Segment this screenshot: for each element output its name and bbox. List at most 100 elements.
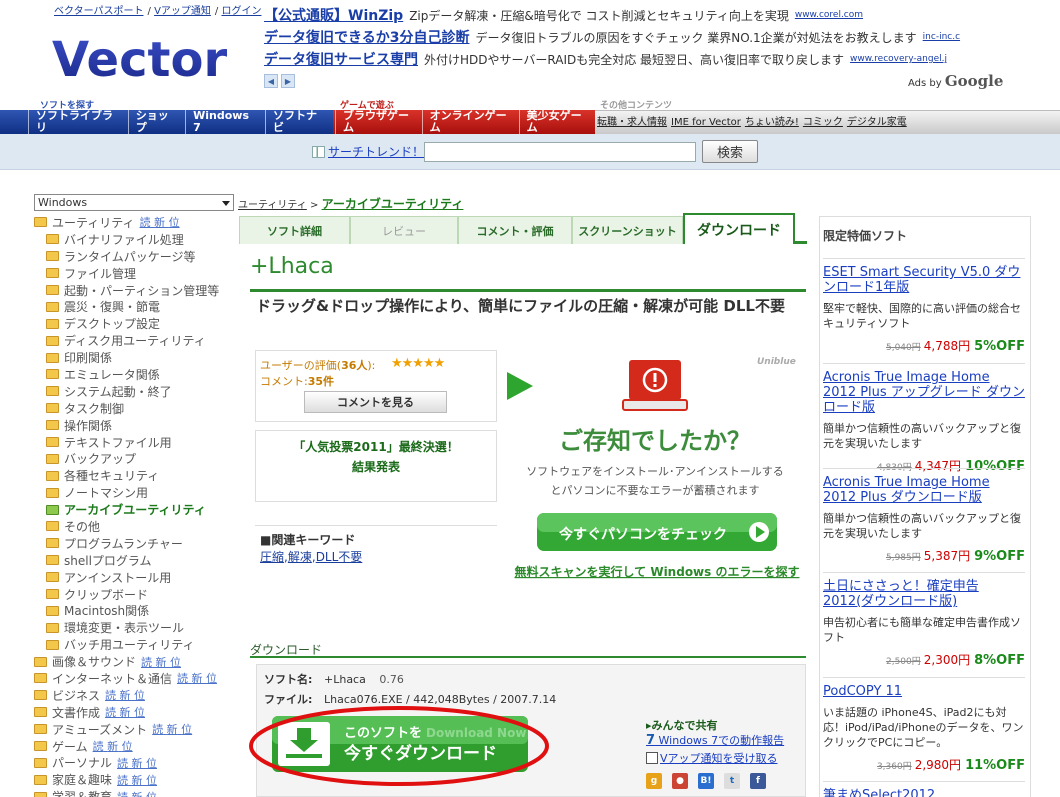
- ad-url[interactable]: www.recovery-angel.j: [850, 54, 947, 64]
- category-tag[interactable]: 位: [146, 774, 157, 787]
- category-item[interactable]: ユーティリティ読 新 位: [34, 214, 234, 231]
- category-item[interactable]: クリップボード: [34, 586, 234, 603]
- hatena-bookmark-icon[interactable]: B!: [698, 773, 714, 789]
- offer-title[interactable]: 土日にささっと！確定申告2012(ダウンロード版): [823, 579, 1025, 609]
- category-item[interactable]: テキストファイル用: [34, 434, 234, 451]
- category-tag[interactable]: 読: [117, 791, 128, 797]
- offer-title[interactable]: Acronis True Image Home 2012 Plus ダウンロード…: [823, 475, 1025, 505]
- category-tag[interactable]: 新: [192, 672, 203, 685]
- keyword-link[interactable]: DLL不要: [316, 550, 363, 564]
- download-now-button[interactable]: このソフトを Download Now 今すぐダウンロード: [248, 704, 550, 790]
- ad-title[interactable]: データ復旧サービス専門: [264, 49, 418, 69]
- category-item[interactable]: ビジネス読 新 位: [34, 687, 234, 704]
- category-item[interactable]: 起動・パーティション管理等: [34, 282, 234, 299]
- category-tag[interactable]: 新: [154, 216, 165, 229]
- twitter-icon[interactable]: t: [724, 773, 740, 789]
- category-tag[interactable]: 読: [141, 656, 152, 669]
- category-tag[interactable]: 位: [134, 689, 145, 702]
- category-item[interactable]: 学習＆教育読 新 位: [34, 788, 234, 797]
- ad-url[interactable]: www.corel.com: [795, 10, 863, 20]
- category-item[interactable]: 画像＆サウンド読 新 位: [34, 653, 234, 670]
- category-item[interactable]: その他: [34, 518, 234, 535]
- category-tag[interactable]: 読: [117, 774, 128, 787]
- category-item[interactable]: 環境変更・表示ツール: [34, 619, 234, 636]
- category-tags[interactable]: 読 新 位: [152, 721, 192, 737]
- login-link[interactable]: ログイン: [221, 6, 261, 17]
- category-tag[interactable]: 読: [105, 689, 116, 702]
- nav-item-choiyomi[interactable]: ちょい読み!: [743, 117, 801, 129]
- delicious-icon[interactable]: ●: [672, 773, 688, 789]
- nav-item-comic[interactable]: コミック: [801, 117, 845, 129]
- os-select[interactable]: Windows: [34, 194, 234, 211]
- nav-item-bishoujo-game[interactable]: 美少女ゲーム: [518, 110, 595, 134]
- category-tags[interactable]: 読 新 位: [93, 738, 133, 754]
- nav-item-library[interactable]: ソフトライブラリ: [28, 110, 128, 134]
- tab-download[interactable]: ダウンロード: [683, 213, 795, 244]
- category-tag[interactable]: 新: [120, 706, 131, 719]
- view-comments-button[interactable]: コメントを見る: [304, 391, 447, 413]
- ad-item[interactable]: データ復旧サービス専門 外付けHDDやサーバーRAIDも完全対応 最短翌日、高い復…: [264, 48, 994, 70]
- category-tag[interactable]: 位: [206, 672, 217, 685]
- category-item[interactable]: 文書作成読 新 位: [34, 704, 234, 721]
- nav-item-shop[interactable]: ショップ: [127, 110, 185, 134]
- google-bookmark-icon[interactable]: g: [646, 773, 662, 789]
- ad-title[interactable]: 【公式通販】WinZip: [264, 5, 403, 25]
- category-tag[interactable]: 読: [140, 216, 151, 229]
- facebook-icon[interactable]: f: [750, 773, 766, 789]
- offer-title[interactable]: ESET Smart Security V5.0 ダウンロード1年版: [823, 265, 1025, 295]
- category-item[interactable]: デスクトップ設定: [34, 315, 234, 332]
- category-item[interactable]: ノートマシン用: [34, 484, 234, 501]
- category-tags[interactable]: 読 新 位: [105, 704, 145, 720]
- category-tag[interactable]: 位: [169, 216, 180, 229]
- category-tag[interactable]: 位: [181, 723, 192, 736]
- check-pc-button[interactable]: 今すぐパソコンをチェック: [537, 513, 777, 551]
- category-tag[interactable]: 位: [146, 791, 157, 797]
- category-tags[interactable]: 読 新 位: [140, 214, 180, 230]
- category-item[interactable]: ディスク用ユーティリティ: [34, 332, 234, 349]
- search-input[interactable]: [424, 142, 696, 162]
- category-tag[interactable]: 新: [167, 723, 178, 736]
- category-tag[interactable]: 新: [120, 689, 131, 702]
- keyword-link[interactable]: 解凍: [288, 550, 312, 564]
- category-item[interactable]: ゲーム読 新 位: [34, 738, 234, 755]
- nav-item-online-game[interactable]: オンラインゲーム: [421, 110, 519, 134]
- category-tag[interactable]: 読: [117, 757, 128, 770]
- category-tag[interactable]: 読: [152, 723, 163, 736]
- prev-arrow-icon[interactable]: ◀: [264, 74, 278, 88]
- ad-title[interactable]: データ復旧できるか3分自己診断: [264, 27, 469, 47]
- breadcrumb-current[interactable]: アーカイブユーティリティ: [322, 197, 464, 211]
- free-scan-link[interactable]: 無料スキャンを実行して Windows のエラーを探す: [515, 564, 800, 579]
- category-item[interactable]: システム起動・終了: [34, 383, 234, 400]
- category-item[interactable]: アンインストール用: [34, 569, 234, 586]
- category-tag[interactable]: 読: [105, 706, 116, 719]
- category-item[interactable]: 震災・復興・節電: [34, 298, 234, 315]
- category-tag[interactable]: 新: [132, 774, 143, 787]
- category-item[interactable]: 各種セキュリティ: [34, 467, 234, 484]
- search-button[interactable]: 検索: [702, 140, 758, 163]
- category-tags[interactable]: 読 新 位: [177, 670, 217, 686]
- category-item[interactable]: プログラムランチャー: [34, 535, 234, 552]
- ad-item[interactable]: 【公式通販】WinZip Zipデータ解凍・圧縮&暗号化で コスト削減とセキュリテ…: [264, 4, 994, 26]
- category-tag[interactable]: 新: [107, 740, 118, 753]
- offer-title[interactable]: PodCOPY 11: [823, 684, 1025, 699]
- uniblue-promo[interactable]: Uniblue ご存知でしたか？ ソフトウェアをインストール･アンインストールす…: [505, 350, 805, 595]
- next-arrow-icon[interactable]: ▶: [281, 74, 295, 88]
- offer-title[interactable]: Acronis True Image Home 2012 Plus アップグレー…: [823, 370, 1025, 415]
- tab-review[interactable]: レビュー: [350, 216, 458, 244]
- vote-banner[interactable]: 「人気投票2011」最終決選！ 結果発表: [258, 437, 494, 477]
- category-tag[interactable]: 位: [170, 656, 181, 669]
- nav-item-ime[interactable]: IME for Vector: [669, 117, 743, 129]
- nav-item-digital[interactable]: デジタル家電: [845, 117, 909, 129]
- category-item[interactable]: バッチ用ユーティリティ: [34, 636, 234, 653]
- offer-title[interactable]: 筆まめSelect2012: [823, 788, 1025, 797]
- category-tag[interactable]: 位: [146, 757, 157, 770]
- vup-link[interactable]: Vアップ通知: [154, 6, 211, 17]
- category-tags[interactable]: 読 新 位: [117, 789, 157, 797]
- win7-report-link[interactable]: 7 Windows 7での動作報告: [646, 732, 784, 748]
- passport-link[interactable]: ベクターパスポート: [54, 6, 144, 17]
- ad-item[interactable]: データ復旧できるか3分自己診断 データ復旧トラブルの原因をすぐチェック 業界NO.…: [264, 26, 994, 48]
- nav-item-jobs[interactable]: 転職・求人情報: [595, 117, 669, 129]
- category-item[interactable]: ファイル管理: [34, 265, 234, 282]
- nav-item-softnavi[interactable]: ソフトナビ: [265, 110, 333, 134]
- ad-url[interactable]: inc-inc.c: [923, 32, 960, 42]
